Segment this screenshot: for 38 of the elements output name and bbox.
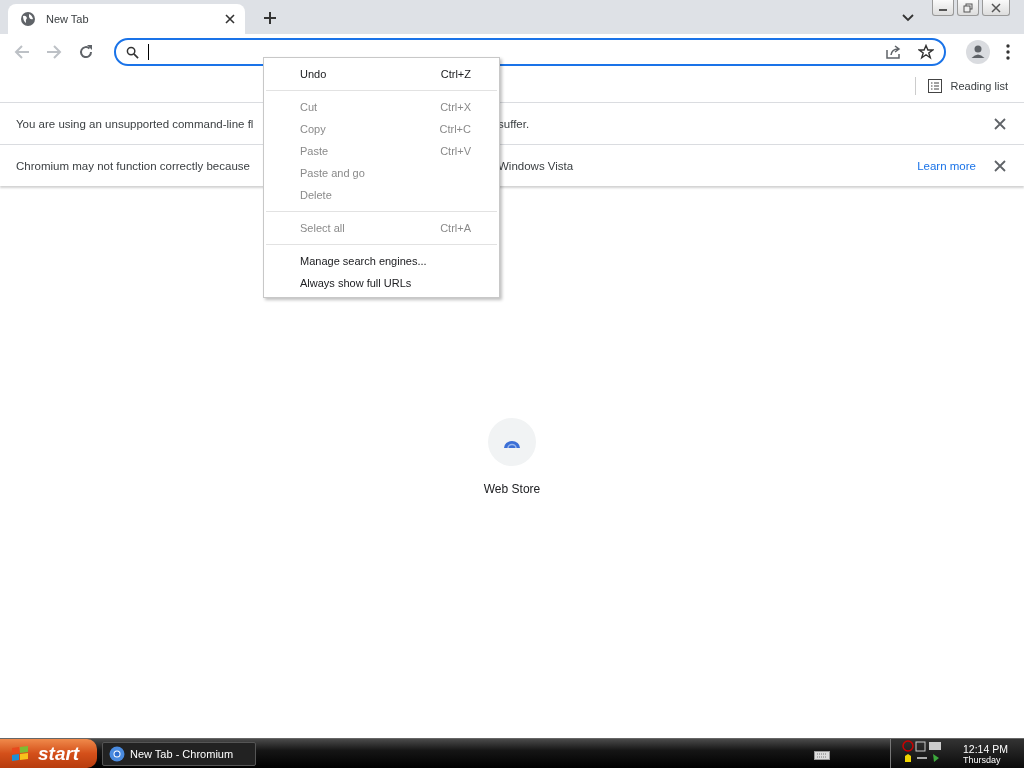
chevron-icon[interactable]: [902, 14, 914, 22]
reading-list-button[interactable]: Reading list: [927, 79, 1008, 93]
taskbar-button[interactable]: New Tab - Chromium: [102, 741, 256, 766]
web-store-icon[interactable]: [488, 418, 536, 466]
text-cursor: [148, 44, 149, 60]
infobar-message: Chromium may not function correctly because: [16, 159, 250, 172]
share-icon[interactable]: [885, 44, 903, 60]
start-button[interactable]: start: [0, 739, 97, 768]
minimize-button[interactable]: [932, 0, 954, 16]
infobar-message: You are using an unsupported command-line fl: [16, 117, 254, 130]
new-tab-icon[interactable]: [263, 11, 277, 25]
menu-item[interactable]: Manage search engines...: [264, 250, 499, 272]
search-icon: [126, 45, 139, 59]
learn-more-link[interactable]: Learn more: [917, 159, 976, 172]
browser-tab[interactable]: New Tab: [8, 4, 245, 34]
close-icon: [990, 2, 1002, 13]
infobar-message: Windows Vista: [498, 159, 574, 172]
menu-item[interactable]: Undo Ctrl+Z: [264, 63, 499, 85]
profile-icon[interactable]: [966, 40, 990, 64]
list-icon: [927, 79, 942, 93]
star-icon[interactable]: [918, 44, 934, 60]
clock-time: 12:14 PM: [963, 743, 1008, 755]
close-icon[interactable]: [994, 159, 1006, 172]
shortcut-label[interactable]: Web Store: [483, 482, 541, 496]
restore-icon: [962, 2, 974, 13]
close-icon[interactable]: [225, 14, 235, 24]
restore-button[interactable]: [957, 0, 979, 16]
tab-title: New Tab: [46, 13, 90, 25]
close-icon[interactable]: [994, 117, 1006, 130]
menu-item[interactable]: Always show full URLs: [264, 272, 499, 294]
menu-icon[interactable]: [1006, 44, 1010, 60]
reload-icon[interactable]: [78, 44, 94, 60]
browser-icon: [109, 745, 125, 762]
globe-icon: [20, 11, 36, 27]
windows-logo-icon: [10, 744, 30, 763]
close-button[interactable]: [982, 0, 1010, 16]
clock-day: Thursday: [963, 755, 1008, 766]
minimize-icon: [939, 9, 947, 11]
